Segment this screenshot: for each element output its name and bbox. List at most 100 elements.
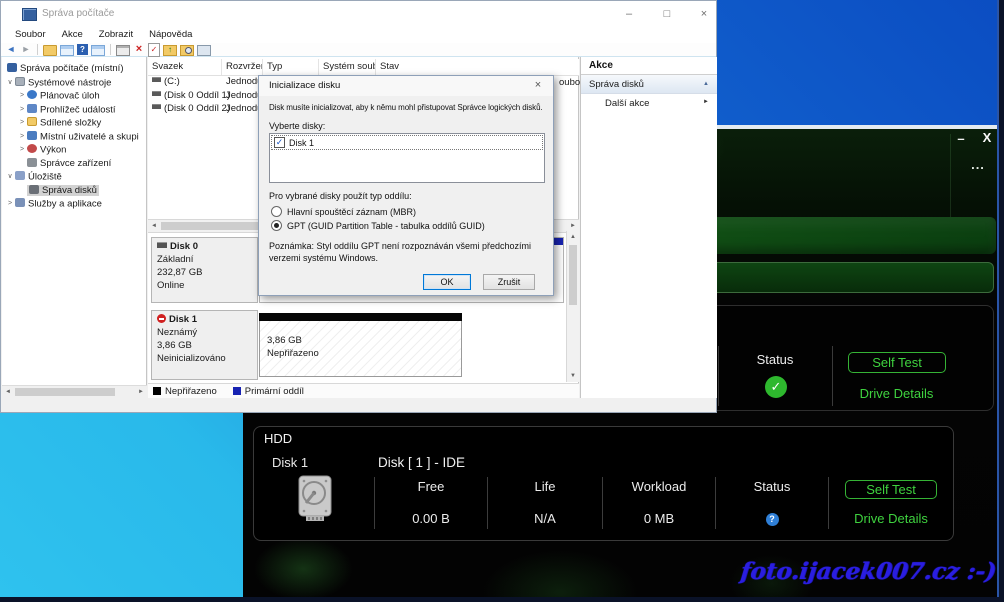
- chevron-closed-icon[interactable]: >: [17, 116, 27, 130]
- computer-management-icon: [22, 8, 37, 21]
- status-label: Status: [718, 352, 832, 367]
- disk-checkbox[interactable]: ✓: [274, 137, 285, 148]
- dialog-close-icon[interactable]: ×: [531, 79, 545, 91]
- actions-more-item[interactable]: Další akce ►: [581, 94, 717, 112]
- hdd-section-label: HDD: [264, 431, 292, 446]
- tree-label: Služby a aplikace: [28, 198, 102, 209]
- tree-item-system-tools[interactable]: ∨Systémové nástroje: [2, 76, 146, 90]
- title-bar: Správa počítače – □ ×: [1, 1, 716, 28]
- drive-details-link[interactable]: Drive Details: [839, 386, 954, 401]
- tree-item-services[interactable]: > Služby a aplikace: [2, 197, 146, 211]
- app-minimize-button[interactable]: –: [953, 131, 969, 146]
- disk-name: Disk 0: [170, 241, 198, 252]
- chevron-closed-icon[interactable]: >: [17, 130, 27, 144]
- menu-akce[interactable]: Akce: [54, 28, 91, 43]
- app-menu-button[interactable]: ...: [965, 157, 991, 172]
- column-header-typ[interactable]: Typ: [263, 59, 319, 75]
- chevron-closed-icon[interactable]: >: [17, 103, 27, 117]
- toolbar-separator: [110, 44, 111, 55]
- column-header-svazek[interactable]: Svazek: [148, 59, 222, 75]
- ok-button[interactable]: OK: [423, 274, 471, 290]
- disk0-info-block[interactable]: Disk 0 Základní 232,87 GB Online: [151, 237, 258, 303]
- tree-item-task-scheduler[interactable]: >Plánovač úloh: [2, 89, 146, 103]
- disk1-info-block[interactable]: Disk 1 Neznámý 3,86 GB Neinicializováno: [151, 310, 258, 380]
- self-test-button[interactable]: Self Test: [848, 352, 946, 373]
- folder-up-icon[interactable]: ↑: [163, 45, 177, 56]
- tree-horizontal-scrollbar[interactable]: ◄ ►: [2, 385, 147, 398]
- action-popup-icon[interactable]: [116, 45, 130, 56]
- scroll-up-icon[interactable]: ▲: [567, 231, 579, 243]
- chevron-closed-icon[interactable]: >: [17, 143, 27, 157]
- self-test-button[interactable]: Self Test: [845, 480, 937, 499]
- minimize-button[interactable]: –: [617, 6, 641, 22]
- computer-icon: [7, 63, 17, 72]
- scroll-left-icon[interactable]: ◄: [2, 386, 14, 398]
- chevron-closed-icon[interactable]: >: [5, 197, 15, 211]
- tree-item-device-manager[interactable]: Správce zařízení: [2, 157, 146, 171]
- column-header-system-souboru[interactable]: Systém souborů: [319, 59, 376, 75]
- tree-item-performance[interactable]: >Výkon: [2, 143, 146, 157]
- forward-icon[interactable]: ►: [20, 44, 32, 55]
- metric-life: Life N/A: [487, 477, 602, 529]
- tree-item-local-users[interactable]: > Místní uživatelé a skupi: [2, 130, 146, 144]
- gpt-radio-option[interactable]: GPT (GUID Partition Table - tabulka oddí…: [271, 220, 485, 231]
- chevron-open-icon[interactable]: ∨: [5, 170, 15, 184]
- close-button[interactable]: ×: [692, 6, 716, 22]
- disk1-partition-graph[interactable]: 3,86 GB Nepřiřazeno: [259, 313, 462, 377]
- disk-error-icon: [157, 314, 166, 323]
- drive-details-link[interactable]: Drive Details: [854, 511, 928, 526]
- radio-selected-icon[interactable]: [271, 220, 282, 231]
- show-action-pane-icon[interactable]: [91, 45, 105, 56]
- check-document-icon[interactable]: ✓: [148, 43, 160, 57]
- column-header-stav[interactable]: Stav: [376, 59, 579, 75]
- selected-highlight: Správa disků: [27, 185, 99, 196]
- back-icon[interactable]: ◄: [5, 44, 17, 55]
- tree-label: Správce zařízení: [40, 158, 111, 169]
- show-console-tree-icon[interactable]: [60, 45, 74, 56]
- dialog-note: Poznámka: Styl oddílu GPT není rozpoznáv…: [269, 241, 545, 264]
- tree-label: Místní uživatelé a skupi: [40, 131, 139, 142]
- disk-name: Disk 1: [169, 314, 197, 325]
- scroll-down-icon[interactable]: ▼: [567, 370, 579, 382]
- services-icon: [15, 198, 25, 207]
- volume-icon: [152, 104, 161, 109]
- scroll-left-icon[interactable]: ◄: [148, 220, 160, 232]
- tree-item-disk-management[interactable]: Správa disků: [2, 184, 146, 198]
- menu-soubor[interactable]: Soubor: [7, 28, 54, 43]
- folder-search-icon[interactable]: [180, 45, 194, 56]
- tree-item-event-viewer[interactable]: >Prohlížeč událostí: [2, 103, 146, 117]
- disk-list-item[interactable]: ✓ Disk 1: [271, 135, 543, 150]
- scroll-right-icon[interactable]: ►: [135, 386, 147, 398]
- scrollbar-thumb[interactable]: [569, 245, 577, 305]
- radio-unselected-icon[interactable]: [271, 206, 282, 217]
- mbr-radio-option[interactable]: Hlavní spouštěcí záznam (MBR): [271, 206, 416, 217]
- disk-listbox[interactable]: ✓ Disk 1: [269, 133, 545, 183]
- column-divider: [832, 346, 833, 406]
- disk-area-vertical-scrollbar[interactable]: ▲ ▼: [566, 231, 579, 382]
- properties-icon[interactable]: [197, 45, 211, 56]
- menu-zobrazit[interactable]: Zobrazit: [91, 28, 141, 43]
- menu-napoveda[interactable]: Nápověda: [141, 28, 200, 43]
- chevron-closed-icon[interactable]: >: [17, 89, 27, 103]
- tree-item-storage[interactable]: ∨ Úložiště: [2, 170, 146, 184]
- help-icon[interactable]: ?: [77, 44, 88, 55]
- column-header-rozvrzeni[interactable]: Rozvržení: [222, 59, 263, 75]
- tree-item-shared-folders[interactable]: >Sdílené složky: [2, 116, 146, 130]
- cancel-button[interactable]: Zrušit: [483, 274, 535, 290]
- hdd-panel: HDD Disk 1 Disk [ 1 ] - IDE Fre: [253, 426, 954, 541]
- unallocated-region[interactable]: 3,86 GB Nepřiřazeno: [259, 321, 462, 377]
- actions-group-disk-management[interactable]: Správa disků ▲: [581, 75, 717, 94]
- delete-icon[interactable]: ×: [133, 44, 145, 55]
- tree-root[interactable]: Správa počítače (místní): [2, 62, 146, 76]
- collapse-icon[interactable]: ▲: [703, 81, 709, 87]
- hdd-disk-title: Disk [ 1 ] - IDE: [378, 455, 465, 470]
- chevron-open-icon[interactable]: ∨: [5, 76, 15, 90]
- app-close-button[interactable]: X: [979, 130, 995, 145]
- hdd-actions-cell: Self Test Drive Details: [828, 477, 953, 529]
- partition-label: Nepřiřazeno: [267, 347, 461, 360]
- export-list-icon[interactable]: [43, 45, 57, 56]
- tree-label: Správa disků: [42, 185, 97, 196]
- tree-label: Úložiště: [28, 171, 62, 182]
- scrollbar-thumb[interactable]: [15, 388, 115, 396]
- maximize-button[interactable]: □: [655, 6, 679, 22]
